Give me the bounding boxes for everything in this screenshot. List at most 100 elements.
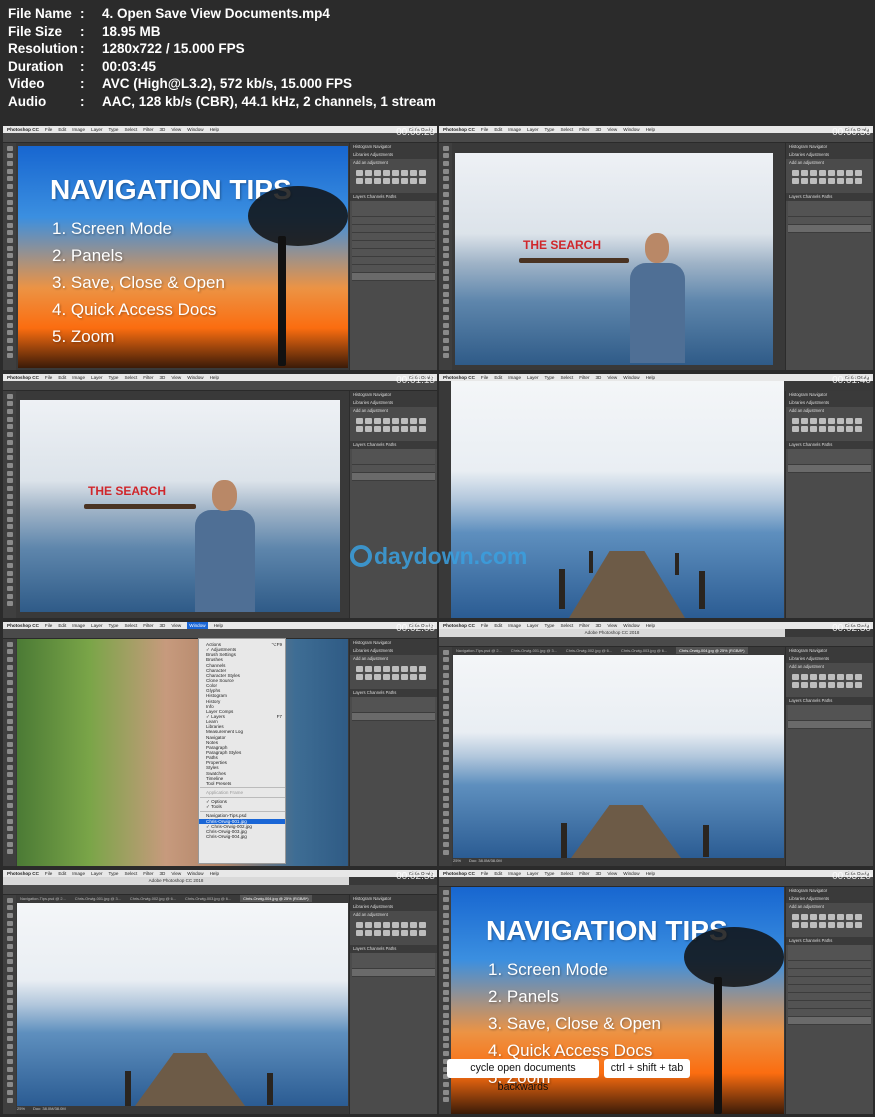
- panel-tab[interactable]: Adjustments: [806, 896, 829, 901]
- menu-view[interactable]: View: [171, 870, 181, 877]
- menu-select[interactable]: Select: [124, 622, 137, 629]
- menu-file[interactable]: File: [45, 870, 52, 877]
- panel-tab[interactable]: Adjustments: [370, 400, 393, 405]
- menu-image[interactable]: Image: [72, 374, 85, 381]
- menu-filter[interactable]: Filter: [143, 126, 153, 133]
- menu-help[interactable]: Help: [646, 126, 655, 133]
- panel-tab[interactable]: Histogram: [353, 144, 372, 149]
- layer-row[interactable]: [352, 241, 435, 249]
- menu-file[interactable]: File: [45, 622, 52, 629]
- menu-file[interactable]: File: [481, 126, 488, 133]
- tools-panel[interactable]: [3, 391, 16, 618]
- menu-edit[interactable]: Edit: [494, 374, 502, 381]
- layer-row[interactable]: [788, 961, 871, 969]
- menu-window[interactable]: Window: [187, 870, 203, 877]
- panel-tab[interactable]: Libraries: [353, 400, 369, 405]
- canvas[interactable]: [453, 655, 784, 858]
- menu-item[interactable]: ✓ Tools: [206, 804, 285, 809]
- menu-filter[interactable]: Filter: [143, 622, 153, 629]
- tools-panel[interactable]: [439, 143, 452, 370]
- panel-tab[interactable]: Channels: [803, 698, 821, 703]
- panel-tab[interactable]: Libraries: [789, 896, 805, 901]
- menu-edit[interactable]: Edit: [58, 126, 66, 133]
- menu-help[interactable]: Help: [210, 870, 219, 877]
- canvas[interactable]: THE SEARCH: [455, 153, 773, 365]
- menu-3d[interactable]: 3D: [595, 126, 601, 133]
- menu-edit[interactable]: Edit: [494, 622, 502, 629]
- layer-row[interactable]: [352, 713, 435, 721]
- menu-select[interactable]: Select: [124, 870, 137, 877]
- menu-window[interactable]: Window: [623, 870, 639, 877]
- menu-type[interactable]: Type: [545, 374, 555, 381]
- panel-tab[interactable]: Layers: [353, 442, 366, 447]
- menu-window[interactable]: Window: [623, 622, 639, 629]
- menu-filter[interactable]: Filter: [579, 126, 589, 133]
- menu-window[interactable]: Window: [187, 374, 203, 381]
- menu-doc-item[interactable]: Chris-Orwig-004.jpg: [206, 834, 285, 839]
- layer-row[interactable]: [352, 969, 435, 977]
- menu-window[interactable]: Window: [187, 622, 208, 629]
- menu-file[interactable]: File: [481, 374, 488, 381]
- menu-view[interactable]: View: [171, 622, 181, 629]
- panel-tab[interactable]: Histogram: [789, 144, 808, 149]
- layer-row[interactable]: [352, 217, 435, 225]
- menu-layer[interactable]: Layer: [91, 126, 103, 133]
- menu-layer[interactable]: Layer: [527, 870, 539, 877]
- menu-3d[interactable]: 3D: [159, 126, 165, 133]
- menu-window[interactable]: Window: [623, 126, 639, 133]
- menu-layer[interactable]: Layer: [91, 374, 103, 381]
- layer-row[interactable]: [788, 1009, 871, 1017]
- menu-image[interactable]: Image: [508, 870, 521, 877]
- panel-tab[interactable]: Paths: [386, 194, 397, 199]
- menu-layer[interactable]: Layer: [527, 374, 539, 381]
- layer-row[interactable]: [352, 473, 435, 481]
- menu-type[interactable]: Type: [545, 126, 555, 133]
- layer-row[interactable]: [352, 225, 435, 233]
- menu-3d[interactable]: 3D: [159, 870, 165, 877]
- layer-row[interactable]: [352, 273, 435, 281]
- menu-type[interactable]: Type: [109, 622, 119, 629]
- menu-item[interactable]: Tool Presets: [206, 781, 285, 786]
- panel-tab[interactable]: Libraries: [789, 400, 805, 405]
- menu-image[interactable]: Image: [508, 126, 521, 133]
- menu-help[interactable]: Help: [210, 374, 219, 381]
- layer-row[interactable]: [788, 1017, 871, 1025]
- layer-row[interactable]: [352, 265, 435, 273]
- layer-row[interactable]: [788, 969, 871, 977]
- menu-layer[interactable]: Layer: [91, 870, 103, 877]
- menu-3d[interactable]: 3D: [595, 622, 601, 629]
- menu-window[interactable]: Window: [623, 374, 639, 381]
- menu-type[interactable]: Type: [545, 622, 555, 629]
- menu-help[interactable]: Help: [210, 126, 219, 133]
- panel-tab[interactable]: Channels: [367, 194, 385, 199]
- menu-edit[interactable]: Edit: [494, 870, 502, 877]
- menu-view[interactable]: View: [607, 126, 617, 133]
- panel-tab[interactable]: Navigator: [809, 144, 827, 149]
- adjustment-icons[interactable]: [350, 663, 437, 683]
- menu-filter[interactable]: Filter: [579, 870, 589, 877]
- panel-tab[interactable]: Navigator: [373, 144, 391, 149]
- layer-row[interactable]: [352, 233, 435, 241]
- canvas[interactable]: THE SEARCH: [20, 400, 340, 612]
- tools-panel[interactable]: [3, 143, 16, 370]
- menu-help[interactable]: Help: [646, 870, 655, 877]
- panel-tab[interactable]: Libraries: [353, 648, 369, 653]
- panel-tab[interactable]: Libraries: [789, 152, 805, 157]
- panel-tab[interactable]: Layers: [789, 938, 802, 943]
- panel-tab[interactable]: Histogram: [353, 640, 372, 645]
- menu-file[interactable]: File: [45, 126, 52, 133]
- menu-select[interactable]: Select: [560, 374, 573, 381]
- menu-edit[interactable]: Edit: [58, 622, 66, 629]
- menu-3d[interactable]: 3D: [159, 622, 165, 629]
- panel-tab[interactable]: Layers: [789, 194, 802, 199]
- adjustment-icons[interactable]: [350, 415, 437, 435]
- layer-row[interactable]: [788, 985, 871, 993]
- panel-tab[interactable]: Libraries: [353, 152, 369, 157]
- panel-tab[interactable]: Adjustments: [806, 152, 829, 157]
- menu-select[interactable]: Select: [560, 126, 573, 133]
- panel-tab[interactable]: Adjustments: [370, 648, 393, 653]
- doc-tab[interactable]: Chris-Orwig-003.jpg @ 6...: [621, 647, 667, 654]
- panel-tab[interactable]: Adjustments: [370, 152, 393, 157]
- menu-3d[interactable]: 3D: [595, 870, 601, 877]
- panel-tab[interactable]: Navigator: [373, 896, 391, 901]
